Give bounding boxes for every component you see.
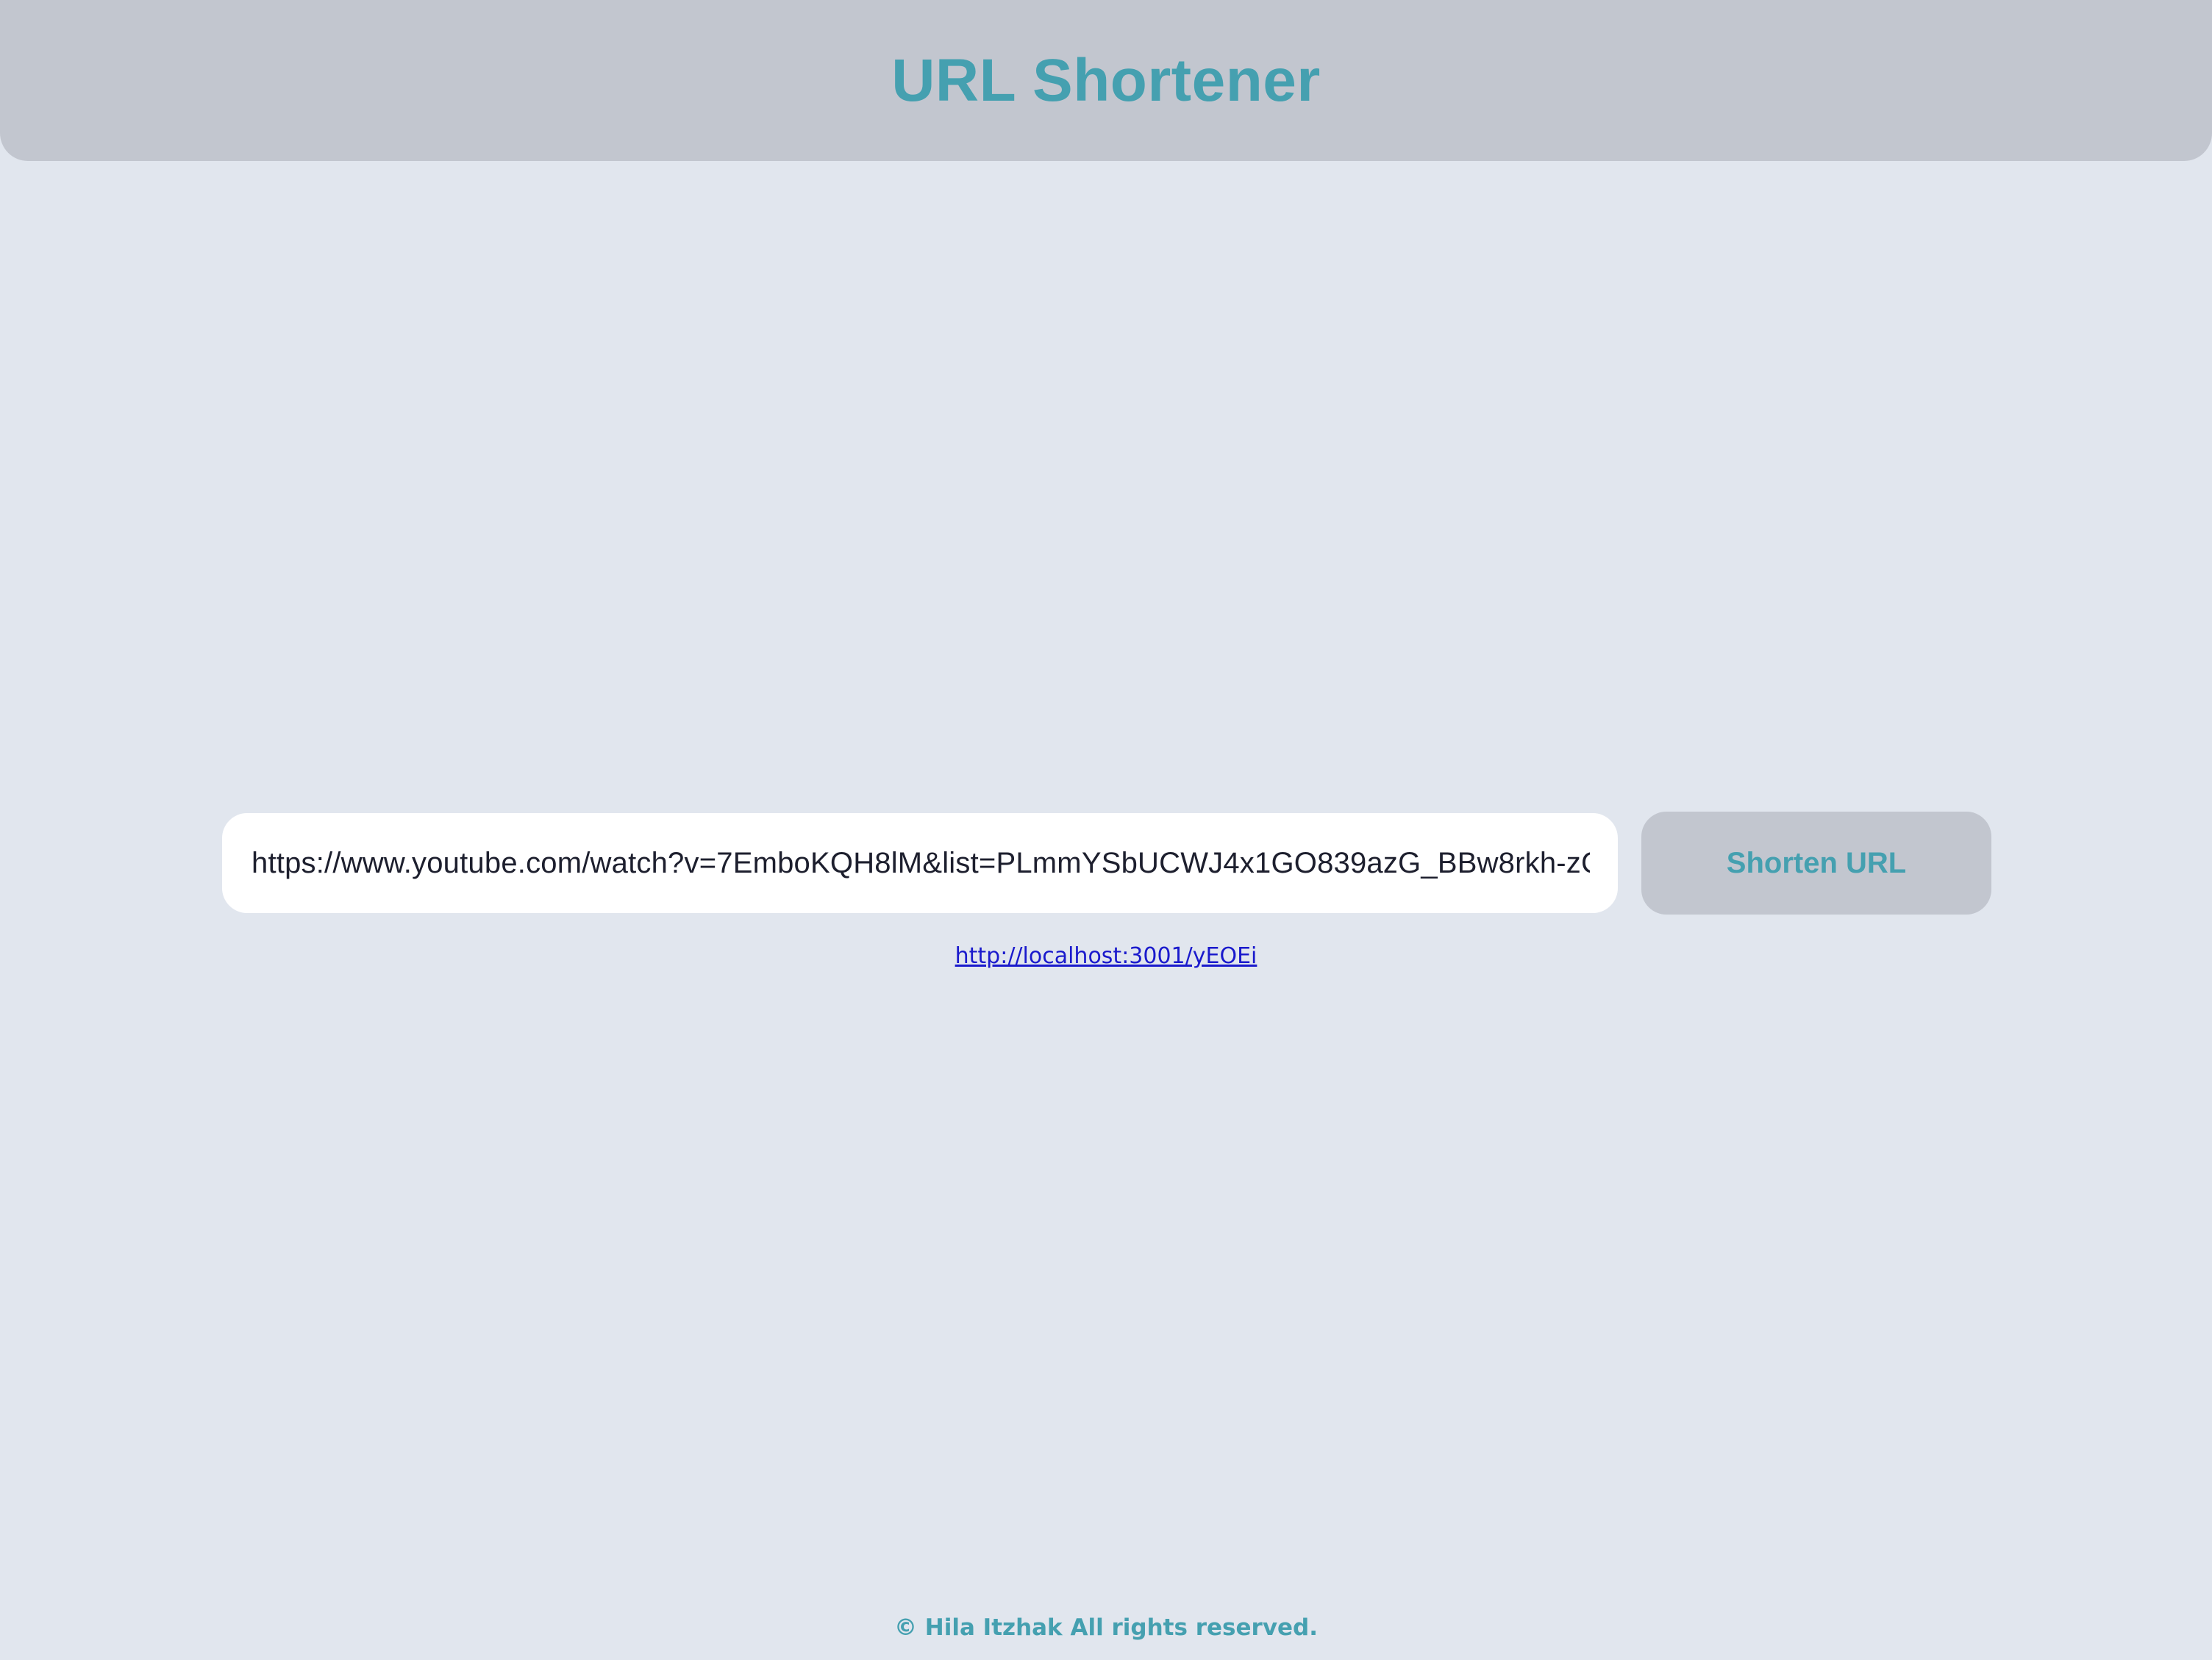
url-form: Shorten URL xyxy=(222,812,1991,915)
header: URL Shortener xyxy=(0,0,2212,161)
footer-copyright: © Hila Itzhak All rights reserved. xyxy=(893,1614,1319,1641)
result-container: http://localhost:3001/yEOEi xyxy=(0,943,2212,969)
short-url-link[interactable]: http://localhost:3001/yEOEi xyxy=(955,943,1257,969)
shorten-url-button[interactable]: Shorten URL xyxy=(1641,812,1991,915)
page-title: URL Shortener xyxy=(891,46,1321,114)
url-input[interactable] xyxy=(222,813,1618,913)
page: URL Shortener Shorten URL http://localho… xyxy=(0,0,2212,1660)
